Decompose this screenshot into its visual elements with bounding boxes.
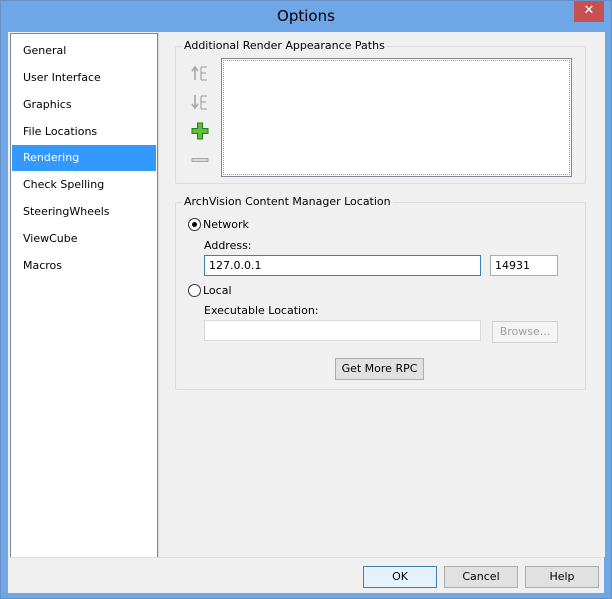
network-radio-label[interactable]: Network [203,218,249,231]
render-paths-list[interactable] [221,58,572,177]
move-up-icon [191,65,207,81]
sidebar-item-general[interactable]: General [12,38,156,64]
address-label: Address: [204,239,252,252]
close-button[interactable]: ✕ [574,1,604,22]
executable-location-label: Executable Location: [204,304,319,317]
render-paths-group: Additional Render Appearance Paths [175,39,586,184]
move-down-button[interactable] [189,91,211,113]
close-icon: ✕ [583,3,595,18]
archvision-group: ArchVision Content Manager Location Netw… [175,195,586,390]
cancel-button[interactable]: Cancel [444,566,518,588]
sidebar-item-check-spelling[interactable]: Check Spelling [12,172,156,198]
add-path-button[interactable] [189,120,211,142]
sidebar-item-macros[interactable]: Macros [12,253,156,279]
move-up-button[interactable] [189,62,211,84]
local-radio-label[interactable]: Local [203,284,232,297]
add-icon [191,122,209,140]
help-button[interactable]: Help [525,566,599,588]
sidebar-item-rendering[interactable]: Rendering [12,145,156,171]
dialog-client-area: General User Interface Graphics File Loc… [8,32,605,593]
archvision-group-label: ArchVision Content Manager Location [182,195,393,208]
rendering-settings-panel: Additional Render Appearance Paths ArchV… [158,32,605,557]
ok-button[interactable]: OK [363,566,437,588]
network-radio[interactable] [188,218,201,231]
dialog-footer: OK Cancel Help [8,557,604,593]
remove-path-button[interactable] [189,149,211,171]
sidebar-item-user-interface[interactable]: User Interface [12,65,156,91]
remove-icon [191,158,209,162]
sidebar-item-viewcube[interactable]: ViewCube [12,226,156,252]
options-window: Options ✕ General User Interface Graphic… [0,0,612,599]
local-radio[interactable] [188,284,201,297]
port-input[interactable] [490,255,558,276]
title-bar[interactable]: Options ✕ [1,1,611,32]
address-input[interactable] [204,255,481,276]
sidebar-item-steeringwheels[interactable]: SteeringWheels [12,199,156,225]
browse-button[interactable]: Browse... [492,321,558,343]
sidebar-item-file-locations[interactable]: File Locations [12,119,156,145]
options-category-list: General User Interface Graphics File Loc… [10,33,158,558]
sidebar-item-graphics[interactable]: Graphics [12,92,156,118]
get-more-rpc-button[interactable]: Get More RPC [335,358,424,380]
move-down-icon [191,95,207,110]
window-title: Options [277,7,335,25]
executable-location-input[interactable] [204,320,481,341]
render-paths-group-label: Additional Render Appearance Paths [182,39,387,52]
